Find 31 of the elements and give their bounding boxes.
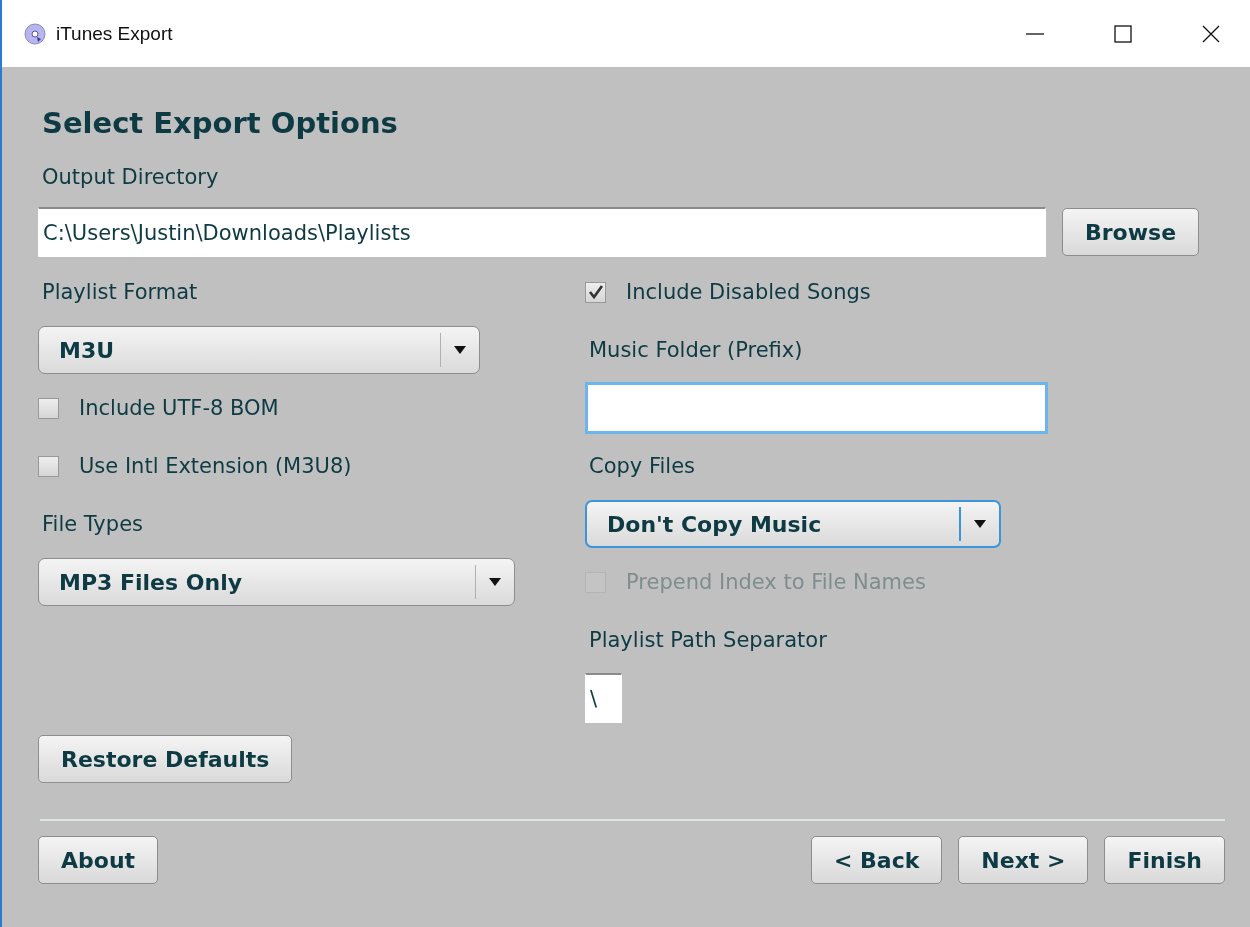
- field-label: Music Folder (Prefix): [589, 338, 803, 362]
- maximize-icon: [1113, 23, 1133, 44]
- checkbox-label: Include Disabled Songs: [626, 280, 871, 304]
- footer-button[interactable]: < Back: [810, 836, 943, 884]
- checkbox-label: Include UTF-8 BOM: [79, 396, 279, 420]
- checkbox[interactable]: [38, 455, 59, 477]
- dropdown[interactable]: MP3 Files Only: [38, 558, 515, 606]
- input-field[interactable]: \: [585, 673, 622, 723]
- field-label: Copy Files: [589, 454, 696, 478]
- field-label: File Types: [42, 512, 143, 536]
- dropdown[interactable]: M3U: [38, 326, 480, 374]
- checkbox-label: Use Intl Extension (M3U8): [79, 454, 352, 478]
- footer-button[interactable]: Next >: [958, 836, 1089, 884]
- close-icon: [1201, 23, 1221, 44]
- browse-button[interactable]: Browse: [1062, 208, 1200, 256]
- field-label: Playlist Format: [42, 280, 198, 304]
- checkbox[interactable]: [38, 397, 59, 419]
- disc-icon: [24, 22, 46, 45]
- restore-defaults-button[interactable]: Restore Defaults: [38, 735, 293, 783]
- field-label: Playlist Path Separator: [589, 628, 827, 652]
- footer-button[interactable]: Finish: [1104, 836, 1225, 884]
- window-title: iTunes Export: [56, 22, 174, 45]
- field-label: Output Directory: [42, 164, 220, 191]
- input-field[interactable]: [585, 382, 1048, 434]
- dropdown[interactable]: Don't Copy Music: [585, 500, 1001, 548]
- checkbox-label: Prepend Index to File Names: [626, 570, 926, 594]
- footer-button[interactable]: About: [38, 836, 159, 884]
- page-heading: Select Export Options: [42, 105, 399, 141]
- minimize-icon: [1025, 32, 1045, 35]
- input-field[interactable]: C:\Users\Justin\Downloads\Playlists: [38, 207, 1046, 257]
- checkbox[interactable]: [585, 281, 606, 303]
